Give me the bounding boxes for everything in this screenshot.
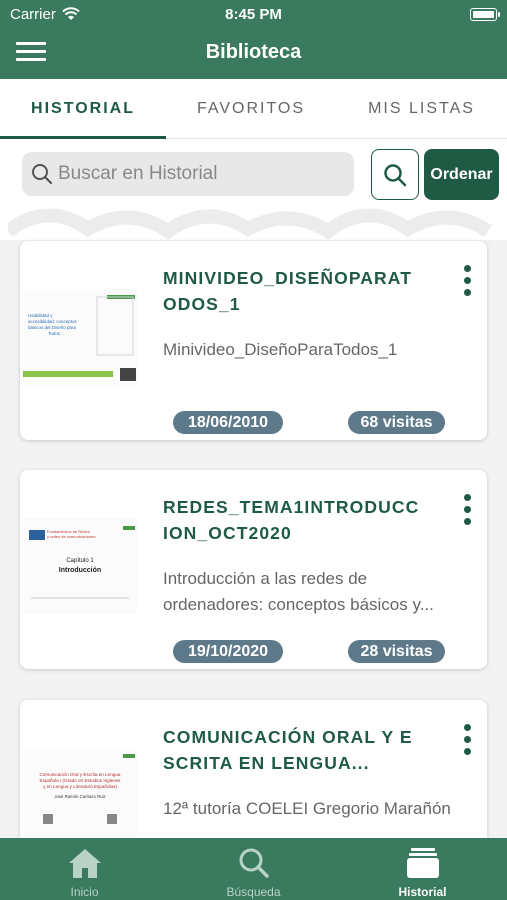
- status-bar: Carrier 8:45 PM: [0, 5, 507, 25]
- search-area: Ordenar: [0, 139, 507, 240]
- history-card[interactable]: Usabilidad y accesibilidad: conceptos bá…: [20, 241, 487, 440]
- nav-item-historial[interactable]: Historial: [338, 838, 507, 900]
- tab-mis-listas[interactable]: MIS LISTAS: [336, 79, 507, 139]
- card-title[interactable]: MINIVIDEO_DISEÑOPARATODOS_1: [163, 265, 425, 317]
- thumbnail-text: Capítulo 1: [66, 558, 94, 564]
- bottom-nav: Inicio Búsqueda Historial: [0, 838, 507, 900]
- thumbnail-text: y redes de comunicaciones: [47, 534, 95, 539]
- more-options-icon[interactable]: [459, 724, 475, 758]
- thumbnail-text: José Ramón Carriazo Ruiz: [54, 794, 105, 799]
- tab-favoritos[interactable]: FAVORITOS: [166, 79, 336, 139]
- search-icon: [239, 848, 269, 878]
- card-description: Minivideo_DiseñoParaTodos_1: [163, 340, 398, 359]
- status-time: 8:45 PM: [225, 6, 282, 23]
- thumbnail-text: Española I (Grado en Estudios Ingleses: [40, 778, 122, 783]
- video-thumbnail: Comunicación Oral y Escrita en Lengua Es…: [23, 748, 137, 844]
- thumbnail-text: Todos: [48, 331, 61, 336]
- more-options-icon[interactable]: [459, 265, 475, 299]
- date-badge: 18/06/2010: [173, 411, 283, 434]
- thumbnail-text: accesibilidad: conceptos: [28, 319, 78, 324]
- date-badge: 19/10/2020: [173, 640, 283, 663]
- order-button[interactable]: Ordenar: [424, 149, 499, 200]
- thumbnail-presenter: [120, 368, 136, 381]
- card-description: Introducción a las redes de ordenadores:…: [163, 569, 434, 614]
- thumbnail-text: Introducción: [59, 567, 101, 574]
- top-bar: Carrier 8:45 PM Biblioteca: [0, 0, 507, 79]
- nav-label: Historial: [398, 885, 447, 899]
- visits-badge: 28 visitas: [348, 640, 445, 663]
- search-button[interactable]: [371, 149, 419, 200]
- visits-badge: 68 visitas: [348, 411, 445, 434]
- history-card[interactable]: Fundamentos de Redes y redes de comunica…: [20, 470, 487, 669]
- background-watermark: [8, 208, 492, 240]
- video-thumbnail: Usabilidad y accesibilidad: conceptos bá…: [23, 289, 137, 385]
- thumbnail-text: Usabilidad y: [28, 313, 53, 318]
- thumbnail-text: básicos del Diseño para: [28, 325, 77, 330]
- search-icon: [32, 164, 53, 185]
- home-icon: [69, 849, 101, 878]
- more-options-icon[interactable]: [459, 494, 475, 528]
- history-stack-icon: [407, 848, 439, 878]
- nav-item-busqueda[interactable]: Búsqueda: [169, 838, 338, 900]
- page-title: Biblioteca: [205, 41, 302, 63]
- card-title[interactable]: COMUNICACIÓN ORAL Y ESCRITA EN LENGUA...: [163, 724, 425, 776]
- tab-historial[interactable]: HISTORIAL: [0, 79, 166, 139]
- card-title[interactable]: REDES_TEMA1INTRODUCCION_OCT2020: [163, 494, 425, 546]
- nav-label: Búsqueda: [226, 885, 281, 899]
- thumbnail-text: y en Lengua y Literatura Españolas): [43, 784, 117, 789]
- nav-label: Inicio: [70, 885, 99, 899]
- battery-icon: [470, 8, 500, 21]
- video-thumbnail: Fundamentos de Redes y redes de comunica…: [23, 518, 137, 614]
- search-input[interactable]: [58, 152, 348, 196]
- search-icon: [384, 164, 407, 187]
- tab-bar: HISTORIAL FAVORITOS MIS LISTAS: [0, 79, 507, 139]
- card-description: 12ª tutoría COELEI Gregorio Marañón: [163, 799, 451, 818]
- search-field: [22, 152, 354, 196]
- nav-item-inicio[interactable]: Inicio: [0, 838, 169, 900]
- thumbnail-text: Comunicación Oral y Escrita en Lengua: [40, 772, 121, 777]
